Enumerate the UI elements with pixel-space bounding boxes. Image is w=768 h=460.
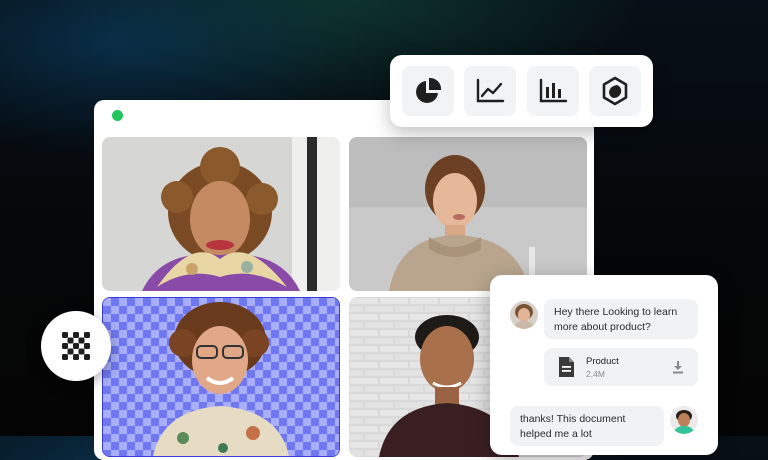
agent-avatar	[510, 301, 538, 329]
file-name: Product	[586, 356, 619, 367]
download-icon[interactable]	[671, 360, 685, 374]
hexagon-shape-icon	[602, 76, 628, 106]
analytics-toolbar	[390, 55, 653, 127]
chat-panel: Hey there Looking to learn more about pr…	[490, 275, 718, 455]
line-chart-icon	[477, 78, 505, 103]
participant-3-image	[103, 298, 339, 456]
chat-message-incoming: Hey there Looking to learn more about pr…	[544, 299, 698, 339]
shape-tool-button[interactable]	[588, 66, 641, 116]
participant-1-image	[102, 137, 340, 291]
document-icon	[559, 357, 574, 377]
mosaic-grid-icon	[62, 332, 90, 360]
pie-chart-button[interactable]	[402, 66, 454, 116]
bar-chart-icon	[539, 78, 567, 103]
pie-chart-icon	[416, 77, 442, 103]
video-tile-participant-3[interactable]	[102, 297, 340, 457]
file-attachment[interactable]: Product 2.4M	[544, 348, 698, 386]
bar-chart-button[interactable]	[526, 66, 579, 116]
video-tile-participant-2[interactable]	[349, 137, 587, 291]
mosaic-badge[interactable]	[41, 311, 111, 381]
line-chart-button[interactable]	[464, 66, 517, 116]
file-size: 2.4M	[586, 369, 605, 379]
chat-message-outgoing: thanks! This document helped me a lot	[510, 406, 664, 446]
user-avatar	[670, 406, 698, 434]
video-tile-participant-1[interactable]	[102, 137, 340, 291]
participant-2-image	[349, 137, 587, 291]
status-dot	[112, 110, 123, 121]
